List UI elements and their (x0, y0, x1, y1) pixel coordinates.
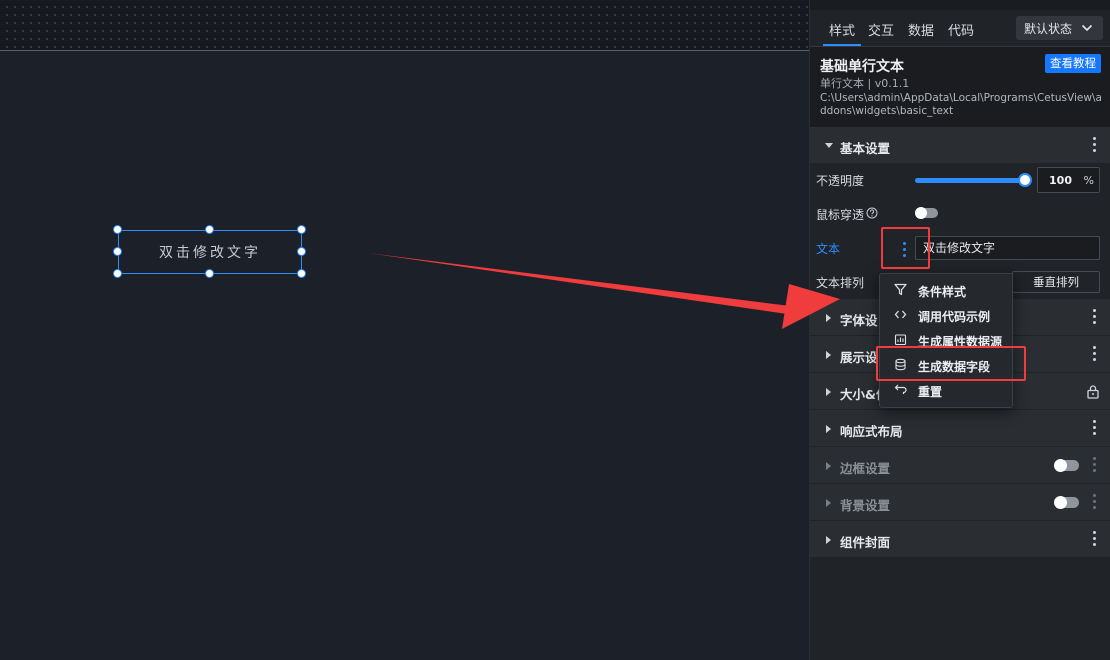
more-icon[interactable] (1093, 494, 1097, 510)
highlight-box-more-button (881, 227, 930, 269)
reset-icon (894, 384, 907, 394)
resize-handle-left[interactable] (113, 247, 122, 256)
opacity-slider-handle[interactable] (1018, 173, 1032, 187)
more-icon[interactable] (1093, 346, 1097, 362)
context-menu: 条件样式 调用代码示例 生成属性数据源 生成数据字段 重置 (879, 273, 1013, 408)
panel-top-strip (810, 0, 1110, 10)
caret-right-icon (826, 351, 831, 359)
opacity-value: 100 (1049, 174, 1072, 187)
resize-handle-bottom[interactable] (205, 269, 214, 278)
highlight-box-data-field (876, 346, 1026, 381)
tab-interaction[interactable]: 交互 (868, 20, 894, 39)
caret-down-icon (825, 143, 833, 148)
background-toggle[interactable] (1054, 496, 1079, 509)
menu-item-label: 条件样式 (918, 285, 967, 299)
caret-right-icon (826, 536, 831, 544)
tab-data[interactable]: 数据 (908, 20, 934, 39)
mouse-through-toggle[interactable] (915, 207, 938, 219)
resize-handle-top-right[interactable] (297, 225, 306, 234)
menu-item-reset[interactable]: 重置 (880, 378, 1012, 403)
caret-right-icon (826, 314, 831, 322)
help-icon[interactable] (866, 207, 878, 219)
resize-handle-top[interactable] (205, 225, 214, 234)
percent-unit: % (1083, 174, 1094, 187)
section-title: 响应式布局 (840, 424, 903, 439)
section-title: 背景设置 (840, 498, 891, 513)
text-label: 文本 (816, 242, 841, 256)
panel-tabs: 样式 交互 数据 代码 默认状态 (810, 10, 1110, 47)
datasource-icon (894, 334, 907, 346)
menu-item-label: 重置 (918, 385, 943, 399)
section-title: 组件封面 (840, 535, 891, 550)
tab-code[interactable]: 代码 (948, 20, 974, 39)
section-background-settings[interactable]: 背景设置 (810, 484, 1110, 521)
caret-right-icon (826, 425, 831, 433)
text-arrange-label: 文本排列 (816, 276, 865, 290)
more-icon[interactable] (1093, 137, 1097, 153)
widget-text: 双击修改文字 (159, 245, 261, 261)
more-icon[interactable] (1093, 457, 1097, 473)
view-tutorial-button[interactable]: 查看教程 (1045, 54, 1101, 73)
opacity-input[interactable]: 100 % (1037, 167, 1100, 193)
resize-handle-right[interactable] (297, 247, 306, 256)
caret-right-icon (826, 388, 831, 396)
tab-style[interactable]: 样式 (822, 20, 862, 46)
caret-right-icon (826, 462, 831, 470)
design-canvas[interactable]: 双击修改文字 (0, 0, 809, 660)
section-title: 字体设 (840, 313, 878, 328)
mouse-through-label: 鼠标穿透 (816, 208, 865, 222)
canvas-top-strip (0, 0, 809, 51)
section-widget-cover[interactable]: 组件封面 (810, 521, 1110, 558)
section-title: 边框设置 (840, 461, 891, 476)
resize-handle-bottom-left[interactable] (113, 269, 122, 278)
state-select[interactable]: 默认状态 (1016, 16, 1103, 40)
lock-icon[interactable] (1086, 384, 1100, 399)
widget-title: 基础单行文本 (820, 59, 904, 75)
menu-item-label: 调用代码示例 (918, 310, 991, 324)
section-basic-settings[interactable]: 基本设置 (810, 127, 1110, 164)
resize-handle-bottom-right[interactable] (297, 269, 306, 278)
chevron-down-icon (1081, 24, 1093, 32)
more-icon[interactable] (1093, 531, 1097, 547)
caret-right-icon (826, 499, 831, 507)
menu-item-code-example[interactable]: 调用代码示例 (880, 303, 1012, 328)
resize-handle-top-left[interactable] (113, 225, 122, 234)
section-title: 展示设 (840, 350, 878, 365)
widget-version: 单行文本 | v0.1.1 (820, 77, 910, 90)
widget-info: 基础单行文本 单行文本 | v0.1.1 C:\Users\admin\AppD… (810, 47, 1110, 127)
section-title: 基本设置 (840, 141, 891, 156)
code-icon (894, 310, 907, 319)
section-responsive-layout[interactable]: 响应式布局 (810, 410, 1110, 447)
border-toggle[interactable] (1054, 459, 1079, 472)
state-select-value: 默认状态 (1024, 21, 1073, 36)
vertical-arrange-button[interactable]: 垂直排列 (1012, 271, 1100, 293)
opacity-slider-track[interactable] (915, 178, 1025, 183)
text-widget[interactable]: 双击修改文字 (118, 230, 302, 274)
menu-item-conditional-style[interactable]: 条件样式 (880, 278, 1012, 303)
opacity-label: 不透明度 (816, 174, 865, 188)
widget-path: C:\Users\admin\AppData\Local\Programs\Ce… (820, 92, 1102, 117)
more-icon[interactable] (1093, 420, 1097, 436)
filter-icon (894, 283, 907, 296)
section-border-settings[interactable]: 边框设置 (810, 447, 1110, 484)
more-icon[interactable] (1093, 309, 1097, 325)
text-input[interactable]: 双击修改文字 (915, 236, 1100, 260)
